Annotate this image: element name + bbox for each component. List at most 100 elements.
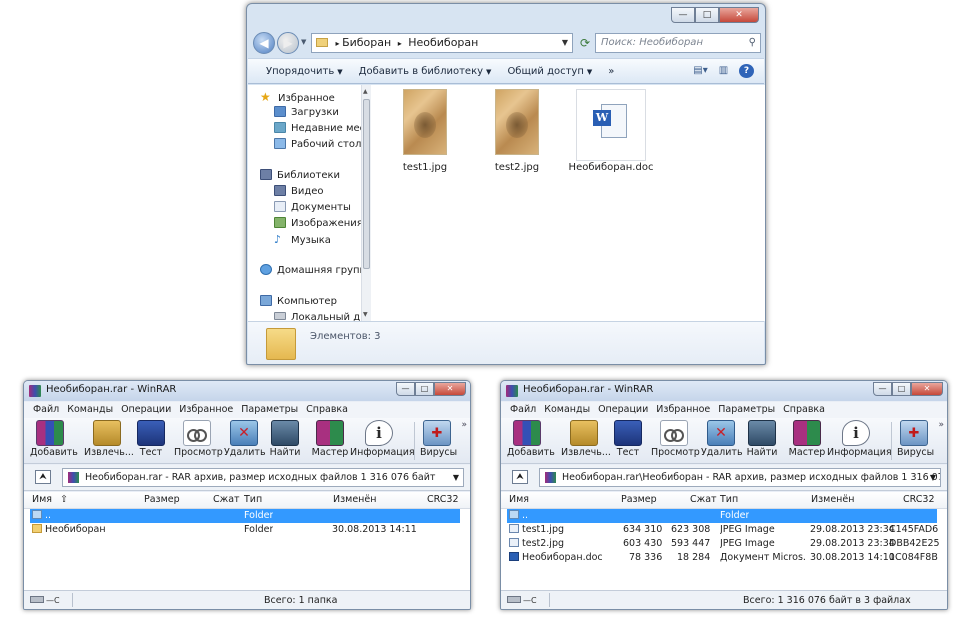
close-button[interactable]: ✕ — [434, 382, 466, 396]
more-commands-button[interactable]: » — [600, 66, 622, 77]
add-button[interactable]: Добавить — [30, 420, 78, 458]
up-one-level-button[interactable]: ⮝ — [35, 470, 51, 484]
delete-button[interactable]: Удалить — [224, 420, 266, 458]
toolbar-overflow-icon[interactable]: » — [938, 420, 944, 430]
delete-button[interactable]: Удалить — [701, 420, 743, 458]
path-dropdown-icon[interactable]: ▼ — [453, 469, 459, 486]
col-packed[interactable]: Сжат — [690, 494, 717, 505]
col-name[interactable]: Имя — [509, 494, 529, 505]
up-one-level-button[interactable]: ⮝ — [512, 470, 528, 484]
breadcrumb-arrow[interactable]: ▸ — [398, 39, 402, 48]
col-packed[interactable]: Сжат — [213, 494, 240, 505]
minimize-button[interactable]: — — [873, 382, 892, 396]
nav-desktop[interactable]: Рабочий стол — [274, 137, 361, 153]
archive-path-field[interactable]: Необиборан.rar - RAR архив, размер исход… — [62, 468, 464, 487]
help-icon[interactable]: ? — [739, 64, 754, 78]
menu-favorites[interactable]: Избранное — [652, 402, 714, 418]
file-tile-test1[interactable]: test1.jpg — [379, 89, 471, 173]
menu-options[interactable]: Параметры — [714, 402, 779, 418]
nav-homegroup[interactable]: Домашняя группа — [260, 263, 370, 279]
maximize-button[interactable]: □ — [415, 382, 434, 396]
path-dropdown-icon[interactable]: ▼ — [930, 469, 936, 486]
minimize-button[interactable]: — — [671, 7, 695, 23]
nav-scrollbar[interactable]: ▲ ▼ — [361, 85, 371, 321]
file-tile-test2[interactable]: test2.jpg — [471, 89, 563, 173]
change-view-icon[interactable]: ▤▾ — [693, 64, 708, 78]
col-modified[interactable]: Изменён — [333, 494, 376, 505]
add-button[interactable]: Добавить — [507, 420, 555, 458]
col-name[interactable]: Имя — [32, 494, 52, 505]
col-modified[interactable]: Изменён — [811, 494, 854, 505]
preview-pane-icon[interactable]: ▥ — [716, 64, 731, 78]
table-row[interactable]: Необиборан Folder 30.08.2013 14:11 — [30, 523, 460, 537]
forward-button[interactable]: ▶ — [277, 32, 299, 54]
search-icon[interactable]: ⚲ — [749, 34, 756, 52]
col-type[interactable]: Тип — [244, 494, 262, 505]
extract-button[interactable]: Извлечь... — [84, 420, 134, 458]
search-input[interactable]: Поиск: Необиборан ⚲ — [595, 33, 761, 53]
maximize-button[interactable]: □ — [892, 382, 911, 396]
col-size[interactable]: Размер — [621, 494, 657, 505]
recent-pages-dropdown[interactable]: ▼ — [301, 38, 306, 46]
virus-scan-button[interactable]: Вирусы — [420, 420, 457, 458]
table-row[interactable]: test2.jpg 603 430 593 447 JPEG Image 29.… — [507, 537, 940, 551]
table-row[interactable]: test1.jpg 634 310 623 308 JPEG Image 29.… — [507, 523, 938, 537]
nav-computer[interactable]: Компьютер — [260, 294, 337, 310]
menu-options[interactable]: Параметры — [237, 402, 302, 418]
breadcrumb-neobiboran[interactable]: Необиборан — [408, 36, 478, 49]
refresh-icon[interactable]: ⟳ — [577, 35, 593, 51]
extract-button[interactable]: Извлечь... — [561, 420, 611, 458]
scroll-up-icon[interactable]: ▲ — [363, 88, 368, 95]
scroll-down-icon[interactable]: ▼ — [363, 311, 368, 318]
col-size[interactable]: Размер — [144, 494, 180, 505]
virus-scan-button[interactable]: Вирусы — [897, 420, 934, 458]
drive-status[interactable]: —C — [30, 596, 60, 605]
toolbar-overflow-icon[interactable]: » — [461, 420, 467, 430]
find-button[interactable]: Найти — [745, 420, 779, 458]
nav-favorites[interactable]: ★ Избранное — [260, 89, 335, 105]
nav-local-disk[interactable]: Локальный диск — [274, 310, 370, 321]
nav-images[interactable]: Изображения — [274, 216, 363, 232]
back-button[interactable]: ◀ — [253, 32, 275, 54]
nav-video[interactable]: Видео — [274, 184, 324, 200]
menu-help[interactable]: Справка — [779, 402, 829, 418]
share-button[interactable]: Общий доступ ▼ — [499, 66, 600, 77]
col-crc[interactable]: CRC32 — [427, 494, 458, 505]
close-button[interactable]: ✕ — [911, 382, 943, 396]
menu-favorites[interactable]: Избранное — [175, 402, 237, 418]
nav-recent-places[interactable]: Недавние места — [274, 121, 370, 137]
nav-libraries[interactable]: Библиотеки — [260, 168, 340, 184]
view-button[interactable]: Просмотр — [174, 420, 223, 458]
view-button[interactable]: Просмотр — [651, 420, 700, 458]
menu-help[interactable]: Справка — [302, 402, 352, 418]
menu-file[interactable]: Файл — [29, 402, 63, 418]
wizard-button[interactable]: Мастер — [310, 420, 350, 458]
table-row[interactable]: .. Folder — [507, 509, 937, 523]
menu-operations[interactable]: Операции — [594, 402, 652, 418]
wizard-button[interactable]: Мастер — [787, 420, 827, 458]
col-type[interactable]: Тип — [720, 494, 738, 505]
close-button[interactable]: ✕ — [719, 7, 759, 23]
address-bar[interactable]: ▸ Биборан ▸ Необиборан ▼ — [311, 33, 573, 53]
scroll-thumb[interactable] — [363, 99, 370, 269]
info-button[interactable]: Информация — [350, 420, 415, 458]
sort-up-icon[interactable]: ⇧ — [60, 494, 68, 505]
menu-commands[interactable]: Команды — [540, 402, 594, 418]
address-dropdown-icon[interactable]: ▼ — [562, 34, 568, 52]
menu-commands[interactable]: Команды — [63, 402, 117, 418]
archive-path-field[interactable]: Необиборан.rar\Необиборан - RAR архив, р… — [539, 468, 941, 487]
info-button[interactable]: Информация — [827, 420, 892, 458]
breadcrumb-biboran[interactable]: Биборан — [342, 36, 391, 49]
nav-documents[interactable]: Документы — [274, 200, 351, 216]
maximize-button[interactable]: □ — [695, 7, 719, 23]
test-button[interactable]: Тест — [136, 420, 166, 458]
menu-file[interactable]: Файл — [506, 402, 540, 418]
organize-button[interactable]: Упорядочить ▼ — [258, 66, 351, 77]
table-row[interactable]: Необиборан.doc 78 336 18 284 Документ Mi… — [507, 551, 938, 565]
test-button[interactable]: Тест — [613, 420, 643, 458]
minimize-button[interactable]: — — [396, 382, 415, 396]
nav-music[interactable]: ♪ Музыка — [274, 232, 331, 248]
add-to-library-button[interactable]: Добавить в библиотеку ▼ — [351, 66, 500, 77]
table-row[interactable]: .. Folder — [30, 509, 460, 523]
find-button[interactable]: Найти — [268, 420, 302, 458]
